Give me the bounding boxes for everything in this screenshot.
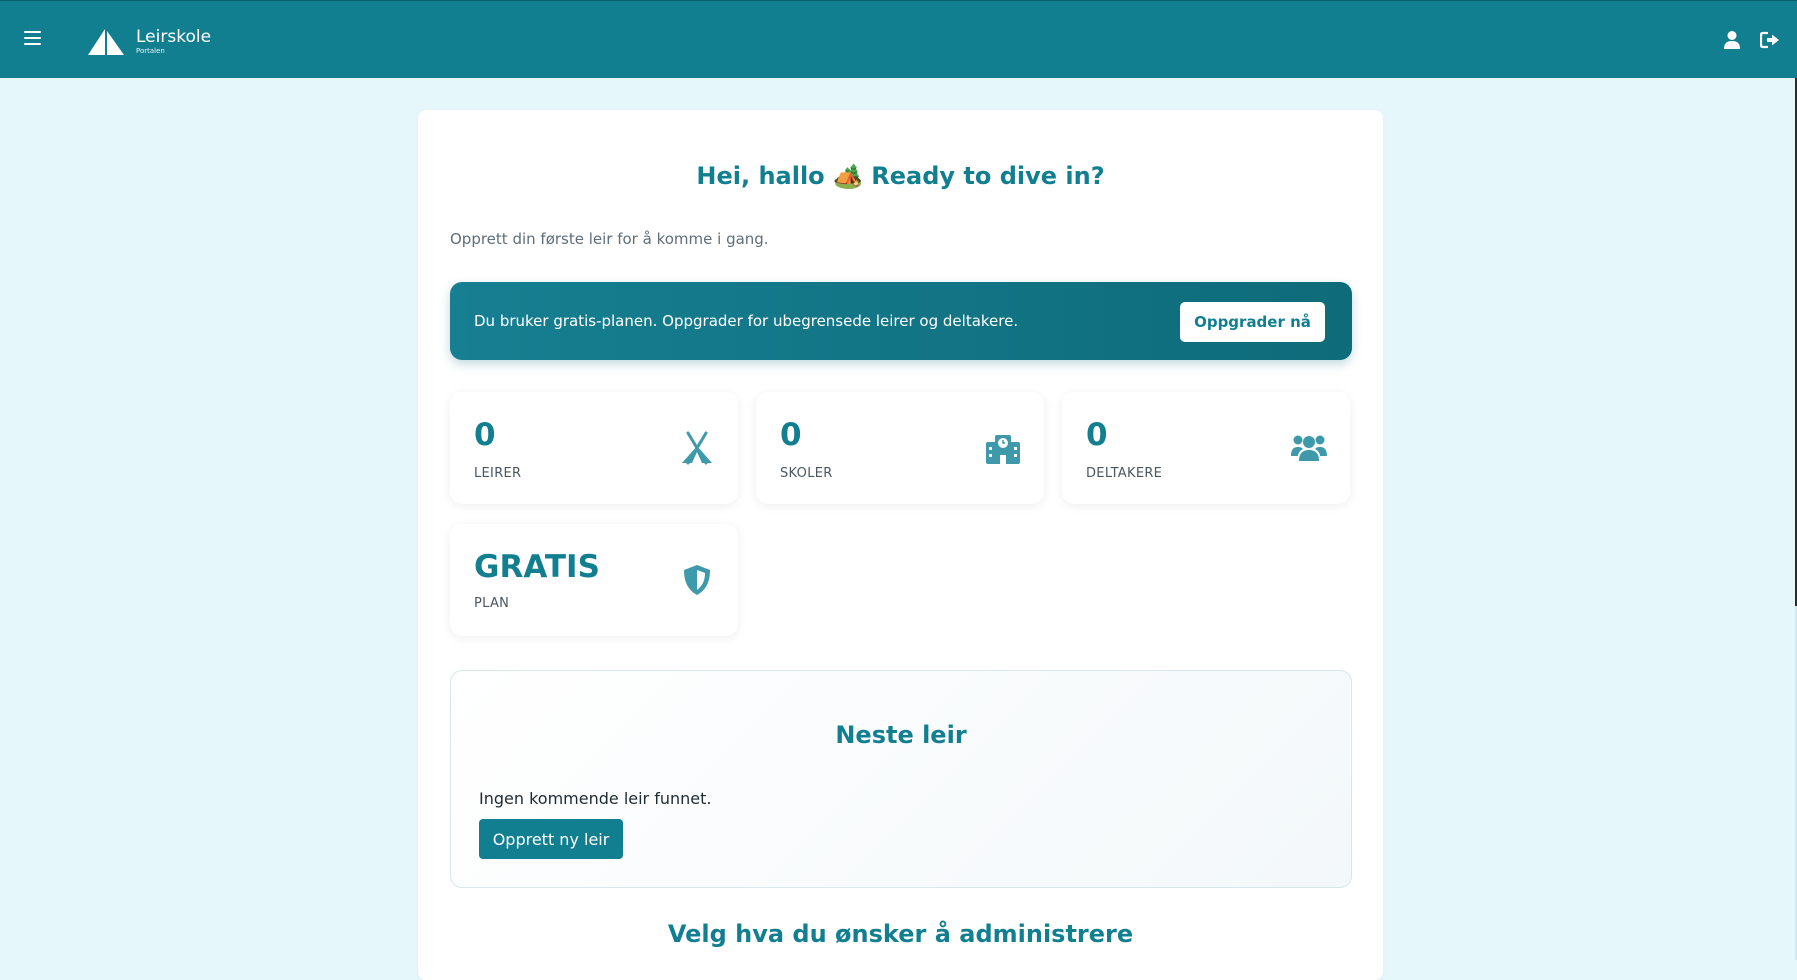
manage-section-title: Velg hva du ønsker å administrere — [667, 920, 1134, 948]
next-camp-panel: Neste leir Ingen kommende leir funnet. O… — [450, 670, 1352, 888]
create-camp-button[interactable]: Opprett ny leir — [479, 819, 623, 859]
stat-card-plan: GRATIS PLAN — [450, 524, 738, 636]
stat-label: LEIRER — [474, 466, 522, 481]
users-icon — [1291, 435, 1327, 461]
upgrade-banner: Du bruker gratis-planen. Oppgrader for u… — [450, 282, 1352, 360]
stat-card-camps: 0 LEIRER — [450, 392, 738, 504]
stat-label: SKOLER — [780, 466, 833, 481]
upgrade-banner-text: Du bruker gratis-planen. Oppgrader for u… — [474, 312, 1019, 330]
plan-value: GRATIS — [474, 549, 600, 585]
stat-label: DELTAKERE — [1086, 466, 1163, 481]
hamburger-menu-icon[interactable] — [24, 31, 41, 45]
sail-logo-icon — [88, 29, 124, 55]
tent-icon — [682, 431, 712, 465]
stat-label: PLAN — [474, 596, 510, 611]
top-navbar: Leirskole Portalen — [0, 0, 1797, 78]
school-icon — [986, 435, 1020, 464]
greeting-heading: Hei, hallo 🏕️ Ready to dive in? — [696, 162, 1105, 190]
upgrade-button[interactable]: Oppgrader nå — [1180, 302, 1325, 342]
user-icon[interactable] — [1723, 30, 1741, 50]
stat-value: 0 — [780, 417, 802, 453]
brand[interactable]: Leirskole Portalen — [136, 27, 211, 56]
next-camp-title: Neste leir — [835, 721, 967, 749]
intro-text: Opprett din første leir for å komme i ga… — [450, 230, 769, 248]
logout-icon[interactable] — [1760, 30, 1780, 50]
stat-value: 0 — [474, 417, 496, 453]
brand-subtitle: Portalen — [136, 47, 165, 55]
dashboard-card: Hei, hallo 🏕️ Ready to dive in? Opprett … — [418, 110, 1383, 980]
stat-value: 0 — [1086, 417, 1108, 453]
stat-card-schools: 0 SKOLER — [756, 392, 1044, 504]
shield-icon — [684, 565, 710, 595]
next-camp-empty-text: Ingen kommende leir funnet. — [479, 789, 712, 808]
brand-name: Leirskole — [136, 27, 212, 47]
stat-card-participants: 0 DELTAKERE — [1062, 392, 1350, 504]
